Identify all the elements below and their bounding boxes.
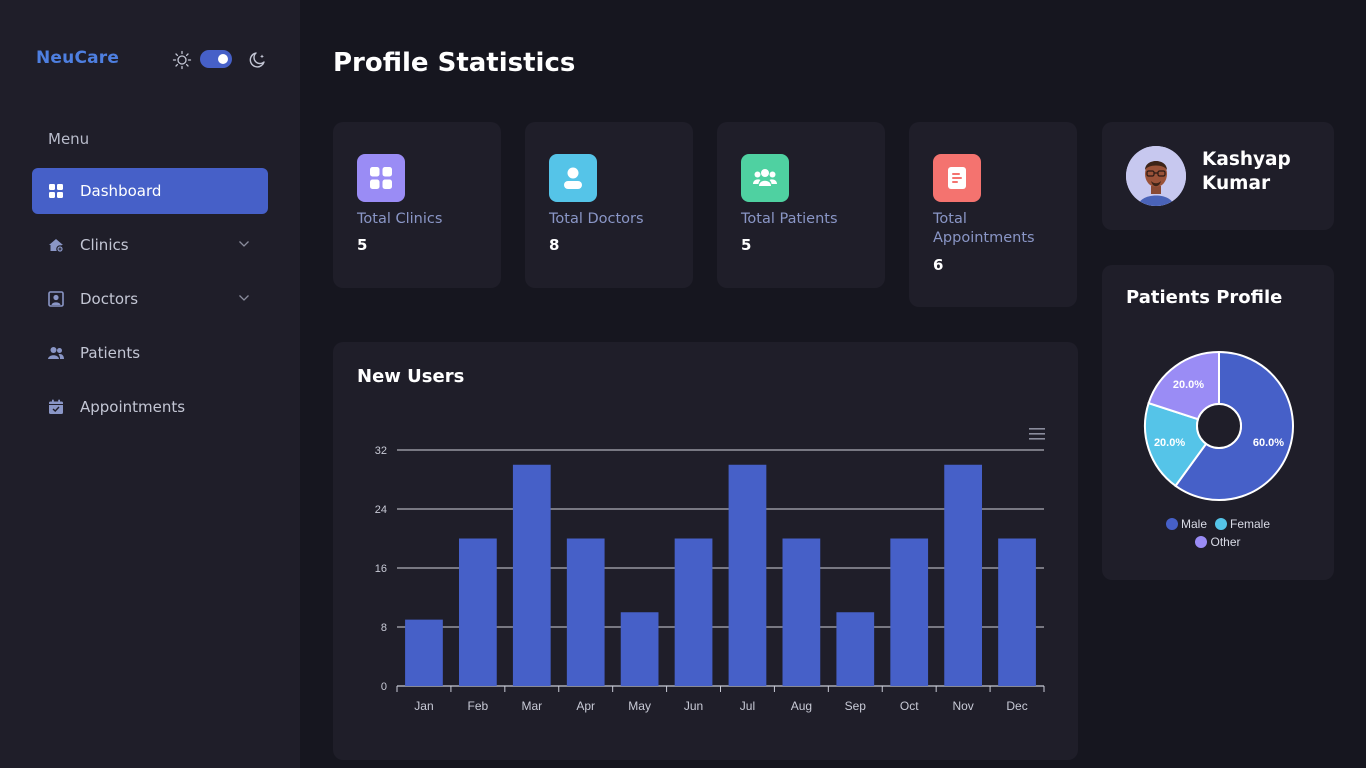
bar[interactable] xyxy=(512,464,551,686)
pie-legend: Male Female Other xyxy=(1102,517,1334,553)
profile-card[interactable]: Kashyap Kumar xyxy=(1102,122,1334,230)
bar[interactable] xyxy=(728,464,767,686)
x-tick-label: Sep xyxy=(845,699,867,713)
x-tick-label: Apr xyxy=(576,699,595,713)
doctor-icon xyxy=(48,291,64,307)
slice-value-label: 20.0% xyxy=(1173,379,1204,391)
chevron-down-icon[interactable] xyxy=(238,292,250,304)
y-tick-label: 8 xyxy=(381,622,387,634)
x-tick-label: Dec xyxy=(1006,699,1027,713)
sidebar-item-label: Patients xyxy=(80,344,141,362)
y-tick-label: 0 xyxy=(381,681,387,693)
document-icon xyxy=(933,154,981,202)
x-tick-label: Aug xyxy=(791,699,812,713)
sidebar-item-appointments[interactable]: Appointments xyxy=(32,384,268,430)
donut-hole xyxy=(1196,403,1242,449)
moon-icon[interactable] xyxy=(248,50,268,70)
y-tick-label: 24 xyxy=(375,504,387,516)
legend-marker xyxy=(1215,518,1227,530)
grid-icon xyxy=(48,183,64,199)
sidebar-item-patients[interactable]: Patients xyxy=(32,330,268,376)
bar[interactable] xyxy=(836,612,875,686)
profile-name: Kashyap Kumar xyxy=(1202,149,1291,194)
x-tick-label: May xyxy=(628,699,651,713)
x-tick-label: Jul xyxy=(740,699,755,713)
x-tick-label: Mar xyxy=(521,699,542,713)
theme-toggle[interactable] xyxy=(172,48,272,72)
sidebar-item-doctors[interactable]: Doctors xyxy=(32,276,268,322)
x-tick-label: Feb xyxy=(468,699,489,713)
sidebar-item-dashboard[interactable]: Dashboard xyxy=(32,168,268,214)
legend-label: Male xyxy=(1180,517,1207,531)
stat-label: Total Doctors xyxy=(549,211,644,227)
stat-card-doctors[interactable]: Total Doctors 8 xyxy=(525,122,693,288)
stat-value: 6 xyxy=(933,256,944,274)
stat-value: 8 xyxy=(549,236,560,254)
sidebar-item-label: Clinics xyxy=(80,236,129,254)
user-icon xyxy=(549,154,597,202)
bar[interactable] xyxy=(620,612,659,686)
stat-label: Total Appointments xyxy=(933,211,1035,246)
bar[interactable] xyxy=(674,538,713,687)
stat-label: Total Patients xyxy=(741,211,838,227)
bar[interactable] xyxy=(890,538,929,687)
switch-knob xyxy=(218,54,228,64)
chevron-down-icon[interactable] xyxy=(238,238,250,250)
brand-logo[interactable]: NeuCare xyxy=(36,48,119,68)
x-tick-label: Jun xyxy=(684,699,703,713)
legend-label: Other xyxy=(1210,535,1241,549)
bar[interactable] xyxy=(998,538,1036,687)
page-title: Profile Statistics xyxy=(333,48,576,78)
users-icon xyxy=(48,345,64,361)
x-tick-label: Nov xyxy=(952,699,973,713)
legend-marker xyxy=(1195,536,1208,548)
patients-profile-chart: 60.0% 20.0% 20.0% xyxy=(1144,350,1294,501)
theme-switch[interactable] xyxy=(200,50,232,68)
bar[interactable] xyxy=(944,464,982,686)
legend-marker xyxy=(1165,518,1178,530)
stat-value: 5 xyxy=(357,236,368,254)
stat-label: Total Clinics xyxy=(357,211,443,227)
stat-card-appointments[interactable]: Total Appointments 6 xyxy=(909,122,1077,307)
bar[interactable] xyxy=(459,538,497,687)
legend-label: Female xyxy=(1230,517,1271,531)
sidebar-item-label: Appointments xyxy=(80,398,186,416)
sidebar-item-clinics[interactable]: Clinics xyxy=(32,222,268,268)
sidebar: NeuCare Menu Dashboard Clinics Doctors P… xyxy=(0,0,300,768)
bar[interactable] xyxy=(405,619,443,686)
y-tick-label: 32 xyxy=(375,445,387,457)
group-icon xyxy=(741,154,789,202)
y-tick-label: 16 xyxy=(375,563,387,575)
avatar[interactable] xyxy=(1126,146,1186,206)
calendar-icon xyxy=(48,399,64,415)
legend-item[interactable]: Male xyxy=(1165,517,1207,531)
bar[interactable] xyxy=(782,538,821,687)
stat-card-clinics[interactable]: Total Clinics 5 xyxy=(333,122,501,288)
grid-icon xyxy=(357,154,405,202)
x-tick-label: Jan xyxy=(414,699,433,713)
stat-value: 5 xyxy=(741,236,752,254)
patients-profile-card: Patients Profile 60.0% 20.0% 20.0% Male Fem… xyxy=(1102,265,1334,580)
legend-item[interactable]: Female xyxy=(1215,517,1270,531)
sidebar-nav: Dashboard Clinics Doctors Patients Appoi… xyxy=(32,168,268,438)
sidebar-item-label: Doctors xyxy=(80,290,139,308)
patients-profile-title: Patients Profile xyxy=(1126,287,1283,308)
slice-value-label: 60.0% xyxy=(1253,437,1284,449)
clinic-icon xyxy=(48,237,64,253)
new-users-chart: 0 8 16 24 32 Jan Feb Mar Apr May Jun Jul Aug Sep Oct No… xyxy=(375,445,1045,713)
slice-value-label: 20.0% xyxy=(1154,437,1185,449)
legend-item[interactable]: Other xyxy=(1195,535,1241,549)
bar[interactable] xyxy=(566,538,605,687)
sidebar-item-label: Dashboard xyxy=(80,182,162,200)
menu-heading: Menu xyxy=(48,130,90,148)
sun-icon[interactable] xyxy=(172,50,192,70)
stat-card-patients[interactable]: Total Patients 5 xyxy=(717,122,885,288)
x-tick-label: Oct xyxy=(900,699,919,713)
new-users-card: New Users 0 8 16 24 32 Jan Feb Mar Apr May Jun Jul A… xyxy=(333,342,1078,760)
